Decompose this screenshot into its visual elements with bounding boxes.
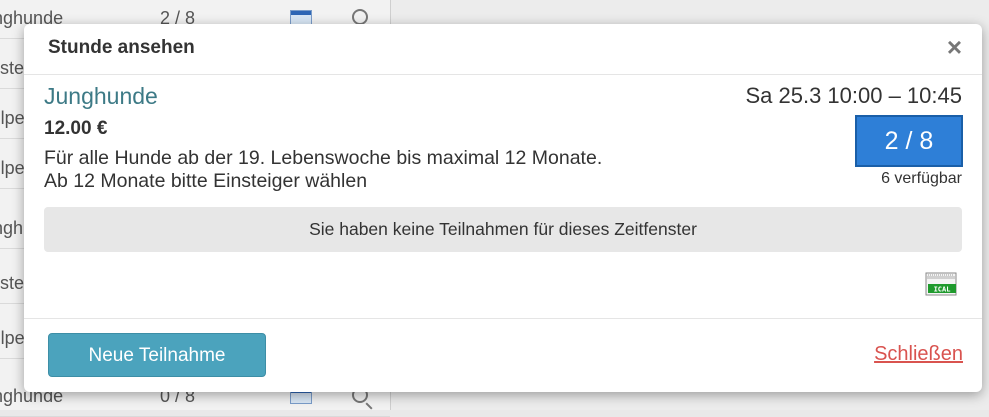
description-line: Für alle Hunde ab der 19. Lebenswoche bi… [44,147,603,169]
lesson-dialog: Stunde ansehen × Junghunde Sa 25.3 10:00… [24,24,982,392]
lesson-price: 12.00 € [44,118,108,139]
capacity-badge: 2 / 8 [855,115,963,167]
close-link[interactable]: Schließen [874,343,963,366]
no-bookings-notice: Sie haben keine Teilnahmen für dieses Ze… [44,207,962,252]
dialog-footer: Neue Teilnahme Schließen [24,318,982,393]
lesson-description: Für alle Hunde ab der 19. Lebenswoche bi… [44,147,834,193]
class-name: Junghunde [44,83,158,109]
magnifier-icon [352,9,368,25]
new-booking-button[interactable]: Neue Teilnahme [48,333,266,377]
available-count: 6 verfügbar [881,170,962,187]
ical-calendar-icon[interactable]: ICAL [924,271,962,297]
lesson-datetime: Sa 25.3 10:00 – 10:45 [745,83,962,108]
close-icon[interactable]: × [947,34,962,60]
description-line: Ab 12 Monate bitte Einsteiger wählen [44,170,368,192]
dialog-header: Stunde ansehen × [24,24,982,75]
ical-label: ICAL [934,286,951,294]
dialog-title: Stunde ansehen [48,37,195,58]
